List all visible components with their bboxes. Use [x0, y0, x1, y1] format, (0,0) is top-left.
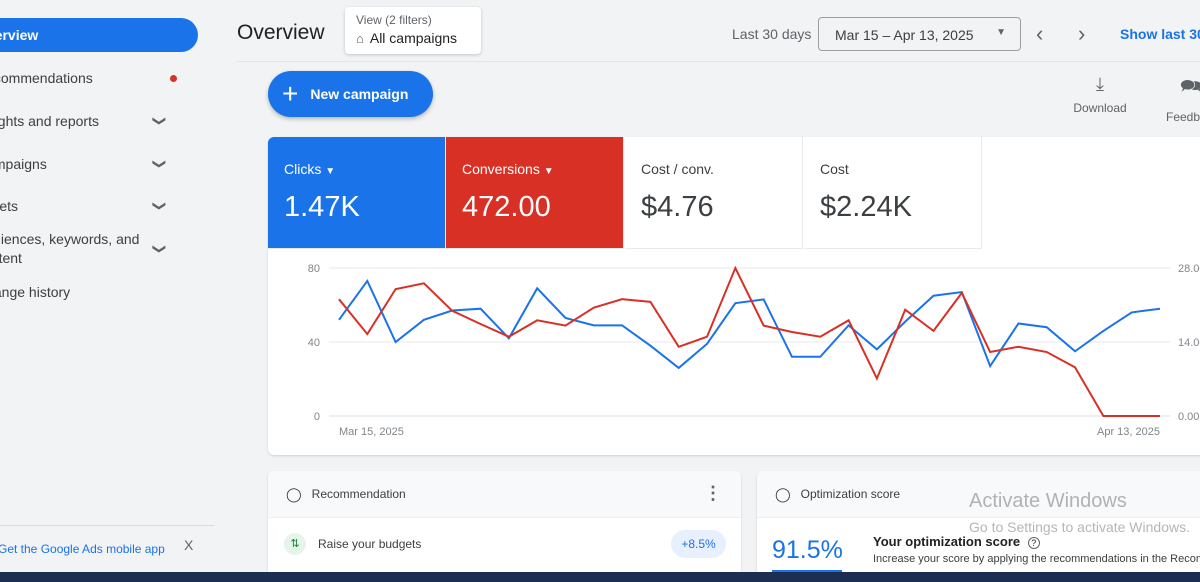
left-tick-label: 80 — [308, 263, 320, 275]
show-last-link[interactable]: Show last 30 days — [1120, 26, 1200, 42]
optimization-heading: Your optimization score ? — [873, 534, 1040, 549]
metric-cost-per-conv[interactable]: Cost / conv. $4.76 — [625, 137, 803, 249]
series-line-clicks — [338, 278, 1161, 370]
range-label: Last 30 days — [732, 26, 812, 42]
close-icon[interactable]: X — [184, 537, 193, 553]
new-campaign-button[interactable]: + New campaign — [268, 71, 433, 117]
more-options-icon[interactable]: ⋮ — [1194, 483, 1200, 504]
view-filter-button[interactable]: View (2 filters) ⌂ All campaigns — [345, 7, 481, 54]
metric-cost[interactable]: Cost $2.24K — [804, 137, 982, 249]
chevron-down-icon: ❯ — [152, 200, 168, 212]
download-icon: ⤓ — [1096, 74, 1104, 94]
right-tick-label: 0.00 — [1178, 411, 1199, 423]
more-options-icon[interactable]: ⋮ — [704, 483, 722, 504]
sidebar-item-recommendations[interactable]: Recommendations — [0, 61, 198, 95]
more-options-icon[interactable]: ⋮ — [1194, 155, 1200, 176]
download-button[interactable]: ⤓ Download — [1070, 74, 1130, 115]
notification-dot — [170, 74, 177, 82]
optimization-description: Increase your score by applying the reco… — [873, 553, 1200, 565]
chevron-down-icon: ❯ — [152, 158, 168, 170]
x-tick-label: Mar 15, 2025 — [339, 426, 404, 438]
divider — [237, 61, 1200, 62]
sidebar-item-audiences[interactable]: Audiences, keywords, and content — [0, 230, 151, 268]
chevron-down-icon: ❯ — [152, 115, 168, 127]
dropdown-caret-icon: ▼ — [325, 166, 336, 177]
performance-chart: 0 0.00 40 14.00 80 28.00 Mar 15, 2025 Apr 13, 2… — [308, 263, 1200, 438]
mobile-app-banner: Get the Google Ads mobile app X — [0, 525, 215, 572]
plus-icon: + — [282, 78, 299, 109]
optimization-score-card: ◯Optimization score ⋮ 91.5% Your optimiz… — [757, 471, 1200, 581]
x-tick-label: Apr 13, 2025 — [1097, 426, 1160, 438]
sidebar-item-assets[interactable]: Assets❯ — [0, 189, 198, 223]
page-title: Overview — [237, 21, 325, 44]
performance-card: Clicks ▼ 1.47K Conversions ▼ 472.00 Cost /… — [268, 137, 1200, 455]
sidebar-item-insights[interactable]: Insights and reports❯ — [0, 104, 198, 138]
date-range-select[interactable]: Mar 15 – Apr 13, 2025 ▼ — [818, 17, 1021, 51]
budget-arrows-icon: ⇅ — [284, 533, 306, 555]
previous-period-button[interactable]: ‹ — [1036, 21, 1043, 47]
right-tick-label: 28.00 — [1178, 263, 1200, 275]
sidebar: Overview Recommendations Insights and re… — [0, 0, 215, 572]
mobile-app-link[interactable]: Get the Google Ads mobile app — [0, 542, 165, 556]
left-tick-label: 40 — [308, 337, 320, 349]
recommendation-item[interactable]: Raise your budgets — [318, 537, 421, 551]
right-tick-label: 14.00 — [1178, 337, 1200, 349]
metric-clicks[interactable]: Clicks ▼ 1.47K — [268, 137, 446, 249]
lightbulb-icon: ◯ — [286, 485, 302, 502]
help-icon[interactable]: ? — [1027, 537, 1040, 549]
chevron-down-icon[interactable]: ❯ — [151, 244, 167, 255]
feedback-button[interactable]: 🗪Feedback — [1160, 74, 1200, 124]
next-period-button[interactable]: › — [1078, 21, 1085, 47]
left-tick-label: 0 — [314, 411, 320, 423]
uplift-badge: +8.5% — [671, 530, 726, 558]
sidebar-item-overview[interactable]: Overview — [0, 18, 198, 52]
dropdown-caret-icon: ▼ — [996, 27, 1006, 38]
dropdown-caret-icon: ▼ — [543, 166, 554, 177]
lightbulb-icon: ◯ — [775, 485, 791, 502]
feedback-icon: 🗪 — [1180, 76, 1200, 96]
taskbar — [0, 572, 1200, 582]
building-icon: ⌂ — [356, 30, 364, 46]
recommendation-card: ◯ Recommendation ⋮ ⇅ Raise your budgets +… — [268, 471, 741, 581]
optimization-score: 91.5% — [772, 536, 843, 564]
sidebar-item-change-history[interactable]: Change history — [0, 275, 198, 309]
sidebar-item-campaigns[interactable]: Campaigns❯ — [0, 147, 198, 181]
metric-conversions[interactable]: Conversions ▼ 472.00 — [446, 137, 624, 249]
